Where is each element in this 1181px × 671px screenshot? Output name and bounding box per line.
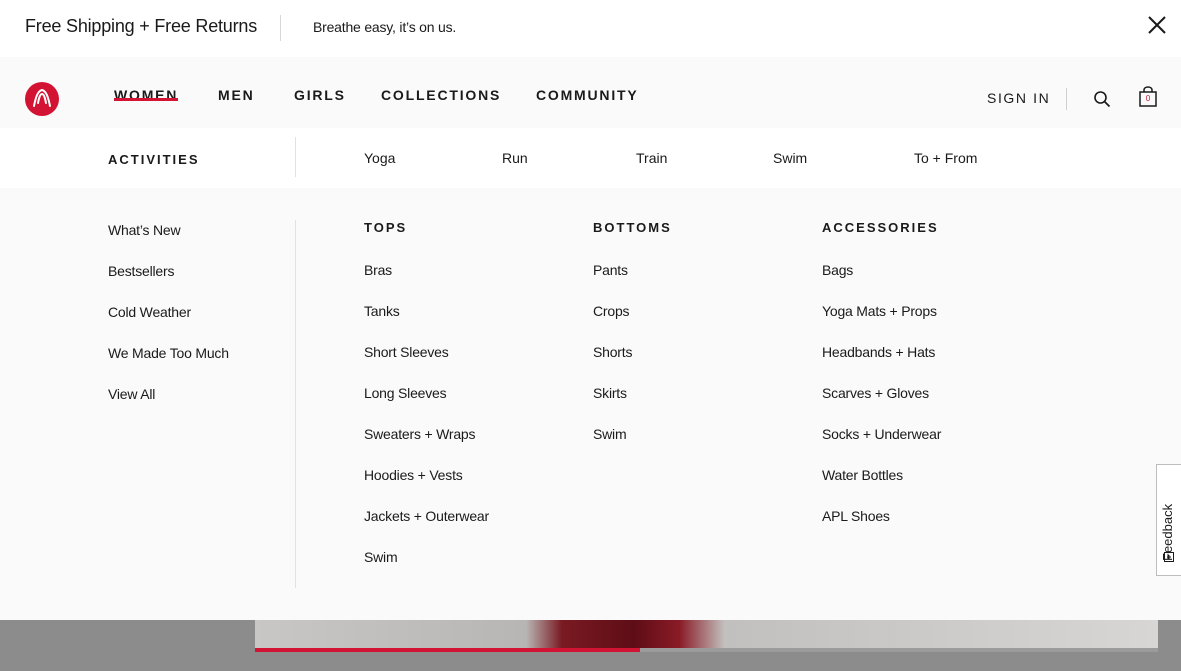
hero-progress-fill <box>255 648 640 652</box>
menu-link-pants[interactable]: Pants <box>593 261 672 302</box>
nav-community[interactable]: COMMUNITY <box>536 87 639 103</box>
menu-link-socks-underwear[interactable]: Socks + Underwear <box>822 425 941 466</box>
feedback-tab[interactable]: Feedback <box>1156 464 1181 576</box>
menu-link-bags[interactable]: Bags <box>822 261 941 302</box>
bag-count: 0 <box>1145 94 1151 103</box>
menu-link-whats-new[interactable]: What’s New <box>108 221 229 262</box>
nav-collections[interactable]: COLLECTIONS <box>381 87 501 103</box>
activities-label: ACTIVITIES <box>108 152 200 167</box>
menu-link-skirts[interactable]: Skirts <box>593 384 672 425</box>
search-icon[interactable] <box>1093 90 1111 108</box>
main-header: WOMEN MEN GIRLS COLLECTIONS COMMUNITY SI… <box>0 57 1181 128</box>
accessories-column: ACCESSORIES Bags Yoga Mats + Props Headb… <box>822 220 941 548</box>
menu-link-hoodies-vests[interactable]: Hoodies + Vests <box>364 466 489 507</box>
menu-link-water-bottles[interactable]: Water Bottles <box>822 466 941 507</box>
menu-link-long-sleeves[interactable]: Long Sleeves <box>364 384 489 425</box>
menu-link-sweaters-wraps[interactable]: Sweaters + Wraps <box>364 425 489 466</box>
menu-divider <box>295 220 296 588</box>
activities-divider <box>295 137 296 177</box>
promo-title[interactable]: Free Shipping + Free Returns <box>25 16 257 37</box>
activity-run[interactable]: Run <box>502 150 528 166</box>
tops-heading[interactable]: TOPS <box>364 220 489 261</box>
featured-column: What’s New Bestsellers Cold Weather We M… <box>108 221 229 426</box>
menu-link-we-made-too-much[interactable]: We Made Too Much <box>108 344 229 385</box>
menu-link-headbands-hats[interactable]: Headbands + Hats <box>822 343 941 384</box>
menu-link-scarves-gloves[interactable]: Scarves + Gloves <box>822 384 941 425</box>
bottoms-column: BOTTOMS Pants Crops Shorts Skirts Swim <box>593 220 672 466</box>
menu-link-tanks[interactable]: Tanks <box>364 302 489 343</box>
nav-girls[interactable]: GIRLS <box>294 87 346 103</box>
nav-men[interactable]: MEN <box>218 87 255 103</box>
sign-in-link[interactable]: SIGN IN <box>987 90 1050 106</box>
menu-link-jackets-outerwear[interactable]: Jackets + Outerwear <box>364 507 489 548</box>
lululemon-logo-icon[interactable] <box>25 82 59 116</box>
promo-divider <box>280 15 281 41</box>
menu-link-crops[interactable]: Crops <box>593 302 672 343</box>
activity-to-from[interactable]: To + From <box>914 150 977 166</box>
menu-link-tops-swim[interactable]: Swim <box>364 548 489 589</box>
bottoms-heading[interactable]: BOTTOMS <box>593 220 672 261</box>
page: Free Shipping + Free Returns Breathe eas… <box>0 0 1181 671</box>
promo-bar: Free Shipping + Free Returns Breathe eas… <box>0 0 1181 57</box>
promo-subtitle: Breathe easy, it’s on us. <box>313 19 457 35</box>
active-nav-indicator <box>114 98 178 101</box>
menu-link-apl-shoes[interactable]: APL Shoes <box>822 507 941 548</box>
tops-column: TOPS Bras Tanks Short Sleeves Long Sleev… <box>364 220 489 589</box>
accessories-heading[interactable]: ACCESSORIES <box>822 220 941 261</box>
activity-train[interactable]: Train <box>636 150 667 166</box>
menu-link-bras[interactable]: Bras <box>364 261 489 302</box>
menu-link-bottoms-swim[interactable]: Swim <box>593 425 672 466</box>
hero-image[interactable] <box>255 620 1158 648</box>
close-icon[interactable] <box>1146 14 1168 36</box>
activity-yoga[interactable]: Yoga <box>364 150 395 166</box>
menu-link-bestsellers[interactable]: Bestsellers <box>108 262 229 303</box>
feedback-icon <box>1164 552 1174 562</box>
activities-bar: ACTIVITIES Yoga Run Train Swim To + From <box>0 128 1181 188</box>
menu-link-short-sleeves[interactable]: Short Sleeves <box>364 343 489 384</box>
menu-link-cold-weather[interactable]: Cold Weather <box>108 303 229 344</box>
activity-swim[interactable]: Swim <box>773 150 807 166</box>
mega-menu: What’s New Bestsellers Cold Weather We M… <box>0 188 1181 620</box>
header-divider <box>1066 88 1067 110</box>
menu-link-shorts[interactable]: Shorts <box>593 343 672 384</box>
menu-link-yoga-mats-props[interactable]: Yoga Mats + Props <box>822 302 941 343</box>
menu-link-view-all[interactable]: View All <box>108 385 229 426</box>
